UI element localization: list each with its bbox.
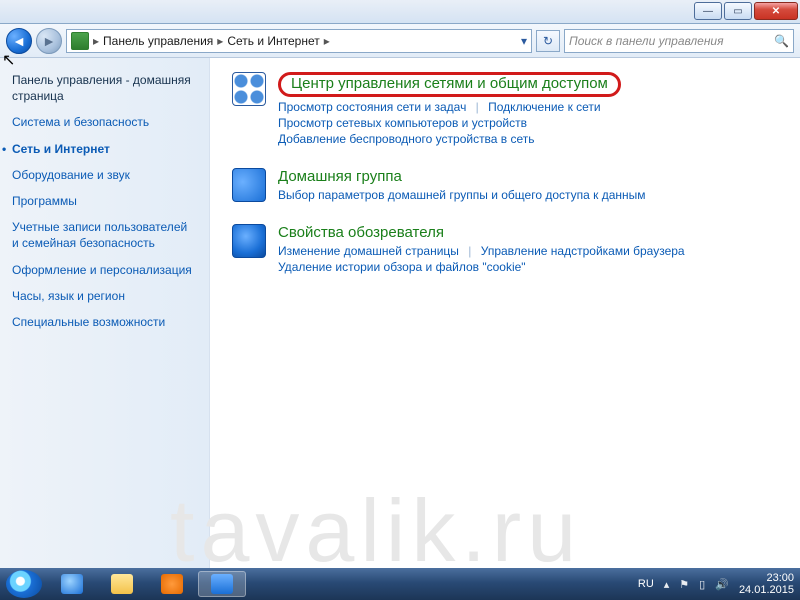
link-view-devices[interactable]: Просмотр сетевых компьютеров и устройств [278,116,527,130]
breadcrumb-sep-icon: ▸ [93,34,99,48]
section-homegroup: Домашняя группа Выбор параметров домашне… [232,168,778,204]
tray-volume-icon[interactable]: 🔊 [715,578,729,591]
link-view-status[interactable]: Просмотр состояния сети и задач [278,100,466,114]
link-divider: | [476,100,479,114]
breadcrumb-level1[interactable]: Сеть и Интернет [227,34,319,48]
taskbar-app-ie[interactable] [48,571,96,597]
tray-date: 24.01.2015 [739,584,794,596]
homegroup-icon [232,168,266,202]
internet-options-icon [232,224,266,258]
forward-button[interactable]: ► [36,28,62,54]
search-input[interactable]: Поиск в панели управления 🔍 [564,29,794,53]
link-homegroup-settings[interactable]: Выбор параметров домашней группы и общег… [278,188,646,202]
section-title-network-center[interactable]: Центр управления сетями и общим доступом [278,72,621,97]
window-body: Панель управления - домашняя страница Си… [0,58,800,568]
sidebar-item-programs[interactable]: Программы [12,193,197,209]
refresh-button[interactable]: ↻ [536,30,560,52]
watermark-text: tavalik.ru [170,480,582,582]
link-change-homepage[interactable]: Изменение домашней страницы [278,244,459,258]
taskbar-app-explorer[interactable] [98,571,146,597]
section-internet-options: Свойства обозревателя Изменение домашней… [232,224,778,276]
taskbar: RU ▴ ⚑ ▯ 🔊 23:00 24.01.2015 [0,568,800,600]
tray-time: 23:00 [739,572,794,584]
window-titlebar: — ▭ ✕ [0,0,800,24]
tray-show-hidden-icon[interactable]: ▴ [664,578,670,591]
section-title-homegroup[interactable]: Домашняя группа [278,168,646,185]
back-button[interactable]: ◄ [6,28,32,54]
minimize-button[interactable]: — [694,2,722,20]
taskbar-app-control-panel[interactable] [198,571,246,597]
sidebar-item-network[interactable]: Сеть и Интернет [12,141,197,157]
sidebar-home-link[interactable]: Панель управления - домашняя страница [12,72,197,104]
address-dropdown-icon[interactable]: ▾ [521,34,527,48]
tray-clock[interactable]: 23:00 24.01.2015 [739,572,794,596]
sidebar-item-appearance[interactable]: Оформление и персонализация [12,262,197,278]
breadcrumb-sep-icon: ▸ [324,34,330,48]
sidebar-item-hardware[interactable]: Оборудование и звук [12,167,197,183]
maximize-button[interactable]: ▭ [724,2,752,20]
section-network-center: Центр управления сетями и общим доступом… [232,72,778,148]
tray-network-icon[interactable]: ▯ [699,578,705,591]
search-placeholder: Поиск в панели управления [569,34,724,48]
search-icon[interactable]: 🔍 [774,34,789,48]
control-panel-icon [71,32,89,50]
content-area: Центр управления сетями и общим доступом… [210,58,800,568]
system-tray: RU ▴ ⚑ ▯ 🔊 23:00 24.01.2015 [638,572,794,596]
link-divider: | [468,244,471,258]
network-center-icon [232,72,266,106]
breadcrumb-root[interactable]: Панель управления [103,34,213,48]
sidebar-item-system[interactable]: Система и безопасность [12,114,197,130]
link-manage-addons[interactable]: Управление надстройками браузера [481,244,685,258]
tray-flag-icon[interactable]: ⚑ [679,578,689,591]
link-delete-history[interactable]: Удаление истории обзора и файлов "cookie… [278,260,526,274]
sidebar-item-accounts[interactable]: Учетные записи пользователей и семейная … [12,219,197,251]
address-bar[interactable]: ▸ Панель управления ▸ Сеть и Интернет ▸ … [66,29,532,53]
sidebar: Панель управления - домашняя страница Си… [0,58,210,568]
link-connect-network[interactable]: Подключение к сети [488,100,600,114]
start-button[interactable] [6,570,42,598]
sidebar-item-accessibility[interactable]: Специальные возможности [12,314,197,330]
taskbar-app-wmp[interactable] [148,571,196,597]
tray-language[interactable]: RU [638,578,654,590]
link-add-wireless[interactable]: Добавление беспроводного устройства в се… [278,132,535,146]
close-button[interactable]: ✕ [754,2,798,20]
breadcrumb-sep-icon: ▸ [217,34,223,48]
section-title-internet-options[interactable]: Свойства обозревателя [278,224,685,241]
sidebar-item-clock[interactable]: Часы, язык и регион [12,288,197,304]
navigation-bar: ◄ ► ▸ Панель управления ▸ Сеть и Интерне… [0,24,800,58]
